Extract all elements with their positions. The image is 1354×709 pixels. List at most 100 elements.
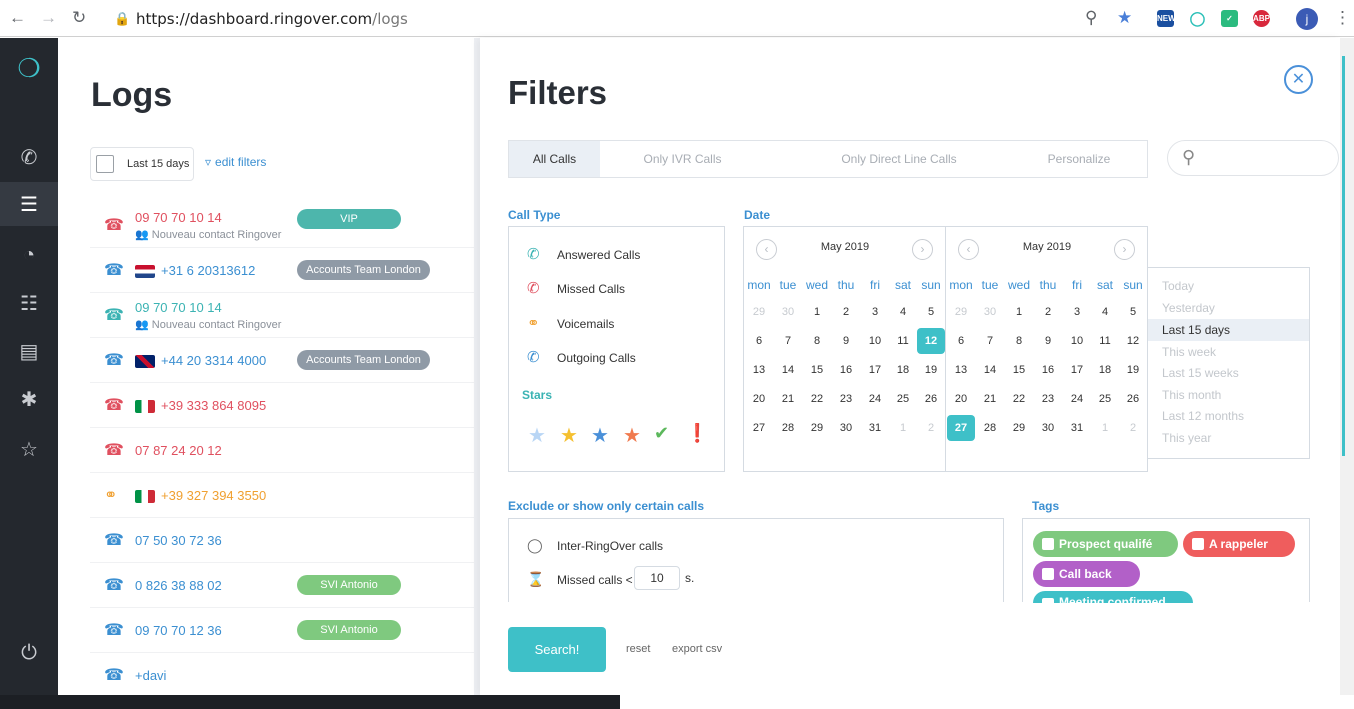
terminal-icon[interactable]: ▤ <box>0 329 58 373</box>
table-row[interactable]: ☎ 0 826 38 88 02 SVI Antonio <box>90 563 532 608</box>
calendar-day[interactable]: 31 <box>1063 415 1091 441</box>
table-row[interactable]: ☎ 07 87 24 20 12 <box>90 428 532 473</box>
calendar-day[interactable]: 28 <box>774 415 802 441</box>
search-button[interactable]: Search! <box>508 627 606 672</box>
calendar-day[interactable]: 13 <box>947 357 975 383</box>
calendar-day[interactable]: 5 <box>917 299 945 325</box>
stats-pie-icon[interactable]: ◔ <box>0 233 58 277</box>
tag-call-back[interactable]: Call back <box>1033 561 1140 587</box>
table-row[interactable]: ☎ +39 333 864 8095 <box>90 383 532 428</box>
tab-personalize[interactable]: Personalize <box>1009 141 1149 177</box>
integrations-icon[interactable]: ✱ <box>0 377 58 421</box>
phone-number[interactable]: 0 826 38 88 02 <box>135 578 222 593</box>
calendar-day[interactable]: 16 <box>832 357 860 383</box>
calendar-day[interactable]: 7 <box>976 328 1004 354</box>
answered-calls-option[interactable]: ✆ Answered Calls <box>527 245 640 263</box>
phone-number[interactable]: +39 333 864 8095 <box>161 398 266 413</box>
prev-month-icon[interactable]: ‹ <box>958 239 979 260</box>
table-row[interactable]: ⚭ +39 327 394 3550 <box>90 473 532 518</box>
calendar-day[interactable]: 10 <box>861 328 889 354</box>
voicemails-option[interactable]: ⚭ Voicemails <box>527 314 614 332</box>
calendar-day[interactable]: 15 <box>803 357 831 383</box>
calendar-day[interactable]: 13 <box>745 357 773 383</box>
calendar-day[interactable]: 20 <box>947 386 975 412</box>
calendar-day[interactable]: 12 <box>1119 328 1147 354</box>
shield-extension-icon[interactable]: ✓ <box>1221 10 1238 27</box>
forward-icon[interactable]: → <box>40 8 57 28</box>
calendar-day[interactable]: 24 <box>861 386 889 412</box>
missed-calls-seconds-input[interactable]: 10 <box>634 566 680 590</box>
table-row[interactable]: ☎ +davi <box>90 653 532 698</box>
calendar-day[interactable]: 23 <box>1034 386 1062 412</box>
power-icon[interactable]: ⏻ <box>0 631 58 675</box>
calendar-day[interactable]: 7 <box>774 328 802 354</box>
tab-all-calls[interactable]: All Calls <box>509 141 600 177</box>
settings-sliders-icon[interactable]: ☷ <box>0 281 58 325</box>
bookmark-star-icon[interactable]: ★ <box>1117 8 1132 28</box>
calendar-day[interactable]: 14 <box>976 357 1004 383</box>
back-icon[interactable]: ← <box>9 8 26 28</box>
calendar-day[interactable]: 26 <box>917 386 945 412</box>
calendar-day[interactable]: 27 <box>745 415 773 441</box>
calendar-day[interactable]: 19 <box>1119 357 1147 383</box>
preset-last-15-days[interactable]: Last 15 days <box>1148 319 1309 341</box>
billing-bag-icon[interactable]: ☆ <box>0 427 58 471</box>
calendar-day[interactable]: 25 <box>889 386 917 412</box>
preset-this-week[interactable]: This week <box>1162 345 1216 359</box>
phone-number[interactable]: +44 20 3314 4000 <box>161 353 266 368</box>
tab-direct-line-calls[interactable]: Only Direct Line Calls <box>799 141 999 177</box>
calendar-day[interactable]: 21 <box>774 386 802 412</box>
calendar-day[interactable]: 30 <box>1034 415 1062 441</box>
calendar-day[interactable]: 4 <box>889 299 917 325</box>
calendar-day[interactable]: 16 <box>1034 357 1062 383</box>
calendar-day[interactable]: 9 <box>832 328 860 354</box>
calendar-day[interactable]: 25 <box>1091 386 1119 412</box>
calendar-day[interactable]: 11 <box>889 328 917 354</box>
check-circle-icon[interactable]: ✔ <box>654 423 669 444</box>
calendar-day[interactable]: 18 <box>1091 357 1119 383</box>
calendar-day[interactable]: 26 <box>1119 386 1147 412</box>
date-range-chip[interactable]: Last 15 days <box>90 147 194 181</box>
next-month-icon[interactable]: › <box>1114 239 1135 260</box>
table-row[interactable]: ☎ 07 50 30 72 36 <box>90 518 532 563</box>
calendar-day[interactable]: 2 <box>1034 299 1062 325</box>
calendar-day[interactable]: 10 <box>1063 328 1091 354</box>
calendar-day[interactable]: 8 <box>803 328 831 354</box>
calendar-day[interactable]: 22 <box>803 386 831 412</box>
calendar-day[interactable]: 12 <box>917 328 945 354</box>
calendar-day[interactable]: 3 <box>861 299 889 325</box>
calendar-day[interactable]: 15 <box>1005 357 1033 383</box>
preset-yesterday[interactable]: Yesterday <box>1162 301 1215 315</box>
phone-number[interactable]: 07 87 24 20 12 <box>135 443 222 458</box>
calendar-day[interactable]: 14 <box>774 357 802 383</box>
calendar-day[interactable]: 31 <box>861 415 889 441</box>
calendar-day[interactable]: 21 <box>976 386 1004 412</box>
preset-this-month[interactable]: This month <box>1162 388 1221 402</box>
table-row[interactable]: ☎ +44 20 3314 4000 Accounts Team London <box>90 338 532 383</box>
table-row[interactable]: ☎ 09 70 70 10 14 👥 Nouveau contact Ringove… <box>90 293 532 338</box>
calendar-day[interactable]: 20 <box>745 386 773 412</box>
calendar-day[interactable]: 29 <box>803 415 831 441</box>
preset-this-year[interactable]: This year <box>1162 431 1211 445</box>
star-light-blue-icon[interactable]: ★ <box>528 423 546 448</box>
missed-calls-option[interactable]: ✆ Missed Calls <box>527 279 625 297</box>
scrollbar[interactable] <box>1340 38 1354 695</box>
calendar-day[interactable]: 11 <box>1091 328 1119 354</box>
alert-circle-icon[interactable]: ❗ <box>686 423 708 444</box>
phone-number[interactable]: 09 70 70 10 14 <box>135 210 222 225</box>
star-orange-icon[interactable]: ★ <box>623 423 641 448</box>
search-input[interactable]: ⚲ <box>1167 140 1339 176</box>
phone-number[interactable]: +39 327 394 3550 <box>161 488 266 503</box>
calendar-day[interactable]: 2 <box>832 299 860 325</box>
calendar-day[interactable]: 5 <box>1119 299 1147 325</box>
scrollbar-thumb[interactable] <box>1342 56 1345 456</box>
phone-number[interactable]: +31 6 20313612 <box>161 263 255 278</box>
calendar-day[interactable]: 22 <box>1005 386 1033 412</box>
table-row[interactable]: ☎ +31 6 20313612 Accounts Team London <box>90 248 532 293</box>
star-yellow-icon[interactable]: ★ <box>560 423 578 448</box>
browser-menu-icon[interactable]: ⋮ <box>1334 8 1351 28</box>
ringover-logo-icon[interactable]: ❍ <box>0 46 58 90</box>
preset-last-12-months[interactable]: Last 12 months <box>1162 409 1244 423</box>
zoom-icon[interactable]: ⚲ <box>1085 8 1097 28</box>
inter-ringover-option[interactable]: ◯ Inter-RingOver calls <box>527 537 663 554</box>
